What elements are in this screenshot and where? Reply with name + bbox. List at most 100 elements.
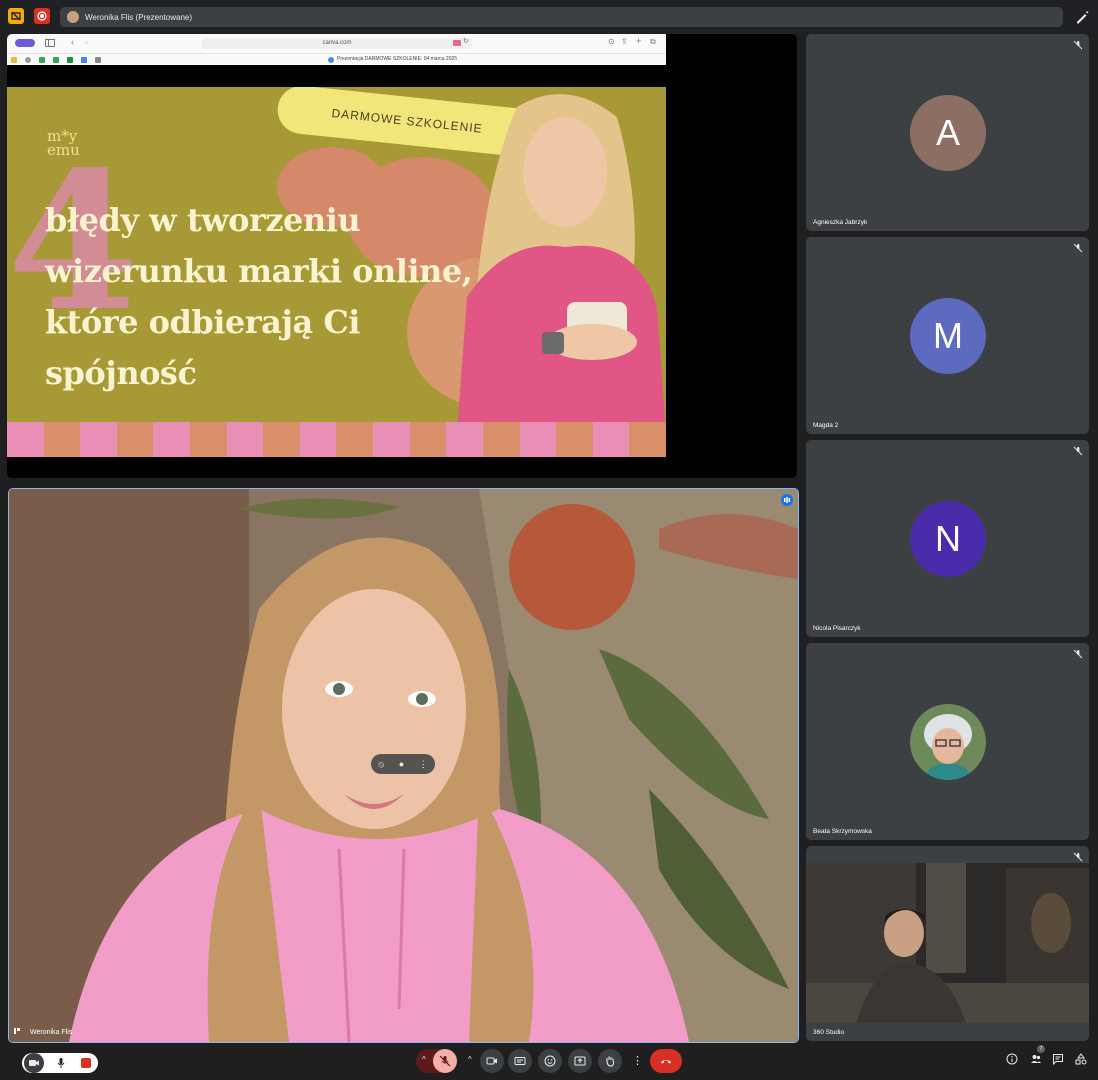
participant-avatar: M <box>910 298 986 374</box>
bookmark-icon[interactable] <box>95 57 101 63</box>
presenter-banner[interactable]: Weronika Flis (Prezentowane) <box>60 7 1063 27</box>
back-icon[interactable]: ‹ <box>71 37 74 47</box>
info-icon <box>1006 1053 1018 1065</box>
participant-tile[interactable]: N Nicola Pisarczyk <box>806 440 1089 637</box>
more-options-icon[interactable]: ⋮ <box>419 759 428 770</box>
participant-name: Agnieszka Jabrzyk <box>813 219 868 226</box>
participant-name: Beata Skrzymowska <box>813 828 872 835</box>
bookmark-icon[interactable] <box>39 57 45 63</box>
stop-recording-button[interactable] <box>76 1053 96 1073</box>
camera-icon <box>486 1057 497 1065</box>
end-call-icon <box>661 1060 671 1064</box>
meeting-controls-bar: ^ ^ ⋮ 7 <box>0 1043 1098 1080</box>
reactions-button[interactable] <box>538 1049 562 1073</box>
participant-tile[interactable]: 360 Studio <box>806 846 1089 1041</box>
participant-video <box>806 863 1089 1023</box>
captions-icon <box>514 1057 526 1065</box>
new-tab-icon[interactable]: + <box>636 36 641 46</box>
slide-headline: błędy w tworzeniu wizerunku marki online… <box>45 195 473 399</box>
emoji-icon <box>544 1055 556 1067</box>
participant-name: 360 Studio <box>813 1029 845 1036</box>
mic-icon[interactable]: ● <box>399 759 404 769</box>
mic-muted-icon <box>1073 243 1083 253</box>
raise-hand-button[interactable] <box>598 1049 622 1073</box>
mic-muted-icon <box>1073 446 1083 456</box>
participant-tile[interactable]: A Agnieszka Jabrzyk <box>806 34 1089 231</box>
tabs-overview-icon[interactable]: ⧉ <box>650 37 656 47</box>
address-bar[interactable]: canva.com <box>202 38 472 49</box>
bookmark-icon[interactable] <box>67 57 73 63</box>
annotate-pen-icon[interactable] <box>1074 9 1090 25</box>
camera-toggle-button[interactable] <box>480 1049 504 1073</box>
browser-tab-title[interactable]: Prezentacja DARMOWE SZKOLENIE: 04 marca … <box>337 56 457 62</box>
chat-button[interactable] <box>1048 1049 1068 1069</box>
tile-controls[interactable]: ⦸ ● ⋮ <box>371 754 435 774</box>
hand-icon <box>606 1056 615 1067</box>
tab-favicon <box>328 57 334 63</box>
mic-muted-icon <box>1073 40 1083 50</box>
microphone-toggle-button[interactable] <box>433 1049 457 1073</box>
headline-line: spójność <box>45 354 197 392</box>
presenter-avatar <box>67 11 79 23</box>
sidebar-toggle-icon[interactable] <box>45 39 55 47</box>
headline-line: wizerunku marki online, <box>45 252 473 290</box>
present-icon <box>574 1056 586 1066</box>
stop-icon <box>81 1058 91 1068</box>
chat-icon <box>1053 1054 1063 1065</box>
reload-icon[interactable]: ↻ <box>463 37 469 45</box>
avatar-initial: N <box>935 518 961 559</box>
captions-button[interactable] <box>508 1049 532 1073</box>
mic-muted-icon <box>1073 852 1083 862</box>
chevron-up-icon[interactable]: ^ <box>468 1055 472 1064</box>
participant-name: Magda 2 <box>813 422 839 429</box>
speaker-name: Weronika Flis <box>30 1029 73 1036</box>
presenter-pin-icon <box>14 1028 20 1034</box>
avatar-initial: A <box>935 112 960 153</box>
participant-avatar: N <box>910 501 986 577</box>
presentation-slide: 4 DARMOWE SZKOLENIE m*y emu błędy w twor… <box>7 87 666 457</box>
bookmark-icon[interactable] <box>25 57 31 63</box>
camera-icon <box>29 1060 39 1066</box>
participant-avatar: A <box>910 95 986 171</box>
mic-off-icon <box>439 1055 451 1067</box>
people-count-badge: 7 <box>1037 1045 1045 1053</box>
activities-button[interactable] <box>1071 1049 1091 1069</box>
speaking-indicator-icon <box>781 494 793 506</box>
main-speaker-video[interactable]: ⦸ ● ⋮ Weronika Flis <box>8 488 799 1043</box>
participant-tile[interactable]: Beata Skrzymowska <box>806 643 1089 840</box>
people-count: 7 <box>1039 1046 1043 1052</box>
headline-line: błędy w tworzeniu <box>45 201 361 239</box>
slide-logo-line: emu <box>47 141 80 159</box>
mute-participant-icon[interactable]: ⦸ <box>378 759 384 770</box>
self-mic-button[interactable] <box>51 1053 71 1073</box>
profile-badge[interactable] <box>15 39 35 47</box>
share-icon[interactable]: ⇪ <box>621 37 628 46</box>
participant-tile[interactable]: M Magda 2 <box>806 237 1089 434</box>
browser-ext-icon[interactable] <box>453 40 461 46</box>
present-screen-button[interactable] <box>568 1049 592 1073</box>
recording-indicator-icon[interactable] <box>34 8 50 24</box>
meeting-info-button[interactable] <box>1002 1049 1022 1069</box>
participant-photo-avatar <box>910 704 986 780</box>
browser-toolbar: ‹ › canva.com ↻ ⊙ ⇪ + ⧉ <box>7 34 666 53</box>
leave-call-button[interactable] <box>650 1049 682 1073</box>
bookmark-icon[interactable] <box>53 57 59 63</box>
chevron-up-icon[interactable]: ^ <box>422 1055 426 1064</box>
avatar-initial: M <box>933 315 963 356</box>
browser-window: ‹ › canva.com ↻ ⊙ ⇪ + ⧉ Prezentacja DARM… <box>7 34 666 65</box>
more-options-icon[interactable]: ⋮ <box>632 1054 643 1067</box>
address-text: canva.com <box>322 40 352 46</box>
self-camera-button[interactable] <box>24 1053 44 1073</box>
slide-logo: m*y emu <box>47 129 80 159</box>
mic-icon <box>57 1058 65 1068</box>
slide-photo-woman <box>457 94 666 432</box>
download-icon[interactable]: ⊙ <box>608 37 615 46</box>
people-icon <box>1031 1055 1041 1063</box>
bookmark-icon[interactable] <box>11 57 17 63</box>
headline-line: które odbierają Ci <box>45 303 360 341</box>
shared-screen[interactable]: ‹ › canva.com ↻ ⊙ ⇪ + ⧉ Prezentacja DARM… <box>7 34 797 478</box>
forward-icon[interactable]: › <box>85 37 88 47</box>
slide-stripes <box>7 422 666 457</box>
presentation-indicator-icon[interactable] <box>8 8 24 24</box>
bookmark-icon[interactable] <box>81 57 87 63</box>
